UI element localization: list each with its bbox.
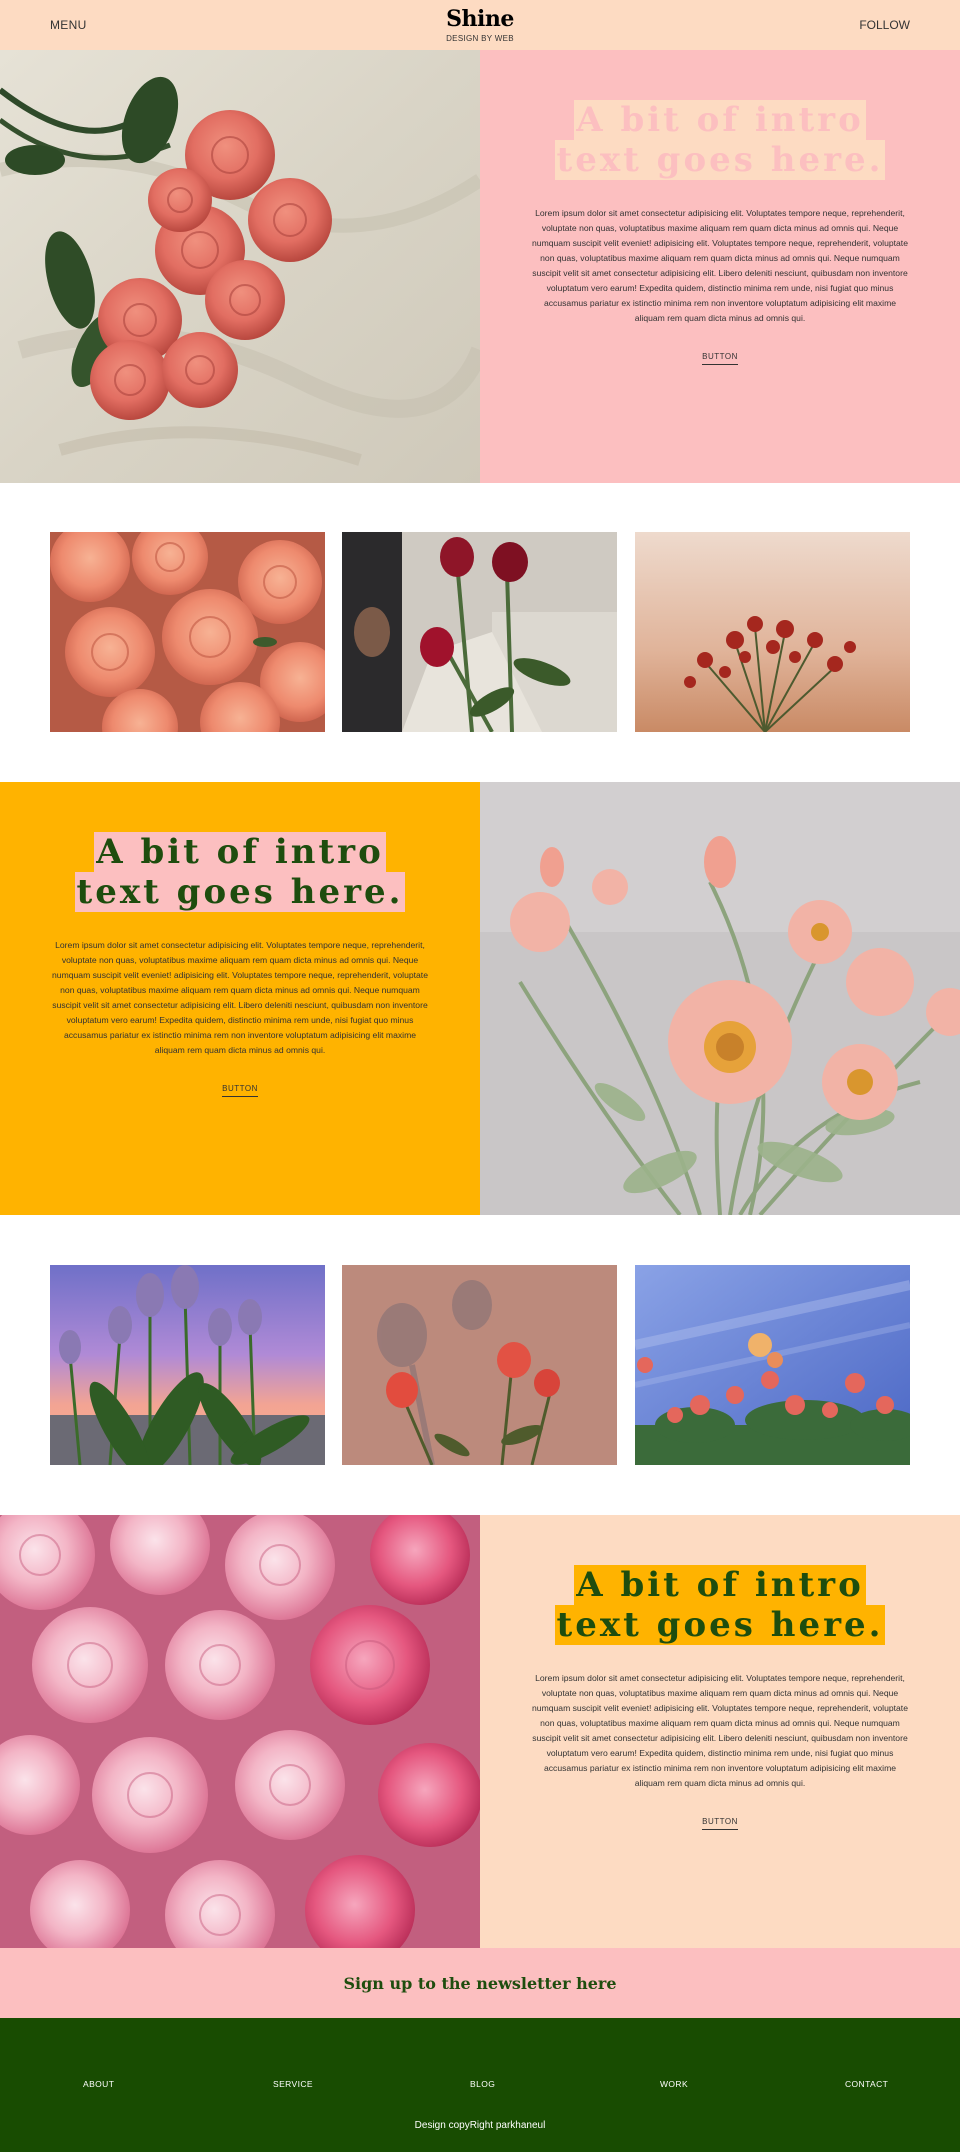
newsletter-banner: Sign up to the newsletter here — [0, 1948, 960, 2018]
footer-link-service[interactable]: SERVICE — [273, 2079, 313, 2089]
footer-link-contact[interactable]: CONTACT — [845, 2079, 888, 2089]
newsletter-signup-link[interactable]: Sign up to the newsletter here — [0, 1974, 960, 1993]
intro-headline: A bit of intro text goes here. — [550, 100, 890, 180]
coral-roses-photo — [50, 532, 325, 732]
intro-button[interactable]: BUTTON — [702, 1817, 738, 1830]
feature-row-2: A bit of intro text goes here. Lorem ips… — [0, 782, 960, 1215]
roses-on-linen-photo — [0, 50, 480, 483]
site-header: MENU Shine DESIGN BY WEB FOLLOW — [0, 0, 960, 50]
footer-link-work[interactable]: WORK — [660, 2079, 688, 2089]
copyright-text: Design copyRight parkhaneul — [414, 2120, 546, 2131]
footer-link-about[interactable]: ABOUT — [83, 2079, 114, 2089]
poppies-photo — [480, 782, 960, 1215]
tulips-sunset-photo — [50, 1265, 325, 1465]
headline-text: A bit of intro text goes here. — [554, 100, 886, 180]
feature-row-1: A bit of intro text goes here. Lorem ips… — [0, 50, 960, 483]
pink-roses-bouquet-photo — [0, 1515, 480, 1948]
intro-headline: A bit of intro text goes here. — [550, 1565, 890, 1645]
intro-button[interactable]: BUTTON — [702, 352, 738, 365]
red-roses-hands-photo — [342, 532, 617, 732]
roses-blue-sky-photo — [635, 1265, 910, 1465]
intro-panel-1: A bit of intro text goes here. Lorem ips… — [480, 50, 960, 483]
headline-text: A bit of intro text goes here. — [74, 832, 406, 912]
site-logo[interactable]: Shine — [0, 6, 960, 32]
footer-link-blog[interactable]: BLOG — [470, 2079, 495, 2089]
roses-shadow-wall-photo — [342, 1265, 617, 1465]
photo-gallery-2 — [50, 1265, 910, 1465]
site-tagline: DESIGN BY WEB — [446, 34, 514, 43]
feature-row-3: A bit of intro text goes here. Lorem ips… — [0, 1515, 960, 1948]
intro-panel-3: A bit of intro text goes here. Lorem ips… — [480, 1515, 960, 1948]
intro-button[interactable]: BUTTON — [222, 1084, 258, 1097]
follow-link[interactable]: FOLLOW — [859, 18, 910, 32]
intro-panel-2: A bit of intro text goes here. Lorem ips… — [0, 782, 480, 1215]
intro-headline: A bit of intro text goes here. — [70, 832, 410, 912]
red-spray-roses-photo — [635, 532, 910, 732]
intro-body-text: Lorem ipsum dolor sit amet consectetur a… — [532, 1673, 908, 1788]
intro-body-text: Lorem ipsum dolor sit amet consectetur a… — [532, 208, 908, 323]
site-footer: ABOUT SERVICE BLOG WORK CONTACT Design c… — [0, 2018, 960, 2152]
intro-body-text: Lorem ipsum dolor sit amet consectetur a… — [52, 940, 428, 1055]
photo-gallery-1 — [50, 532, 910, 732]
headline-text: A bit of intro text goes here. — [554, 1565, 886, 1645]
